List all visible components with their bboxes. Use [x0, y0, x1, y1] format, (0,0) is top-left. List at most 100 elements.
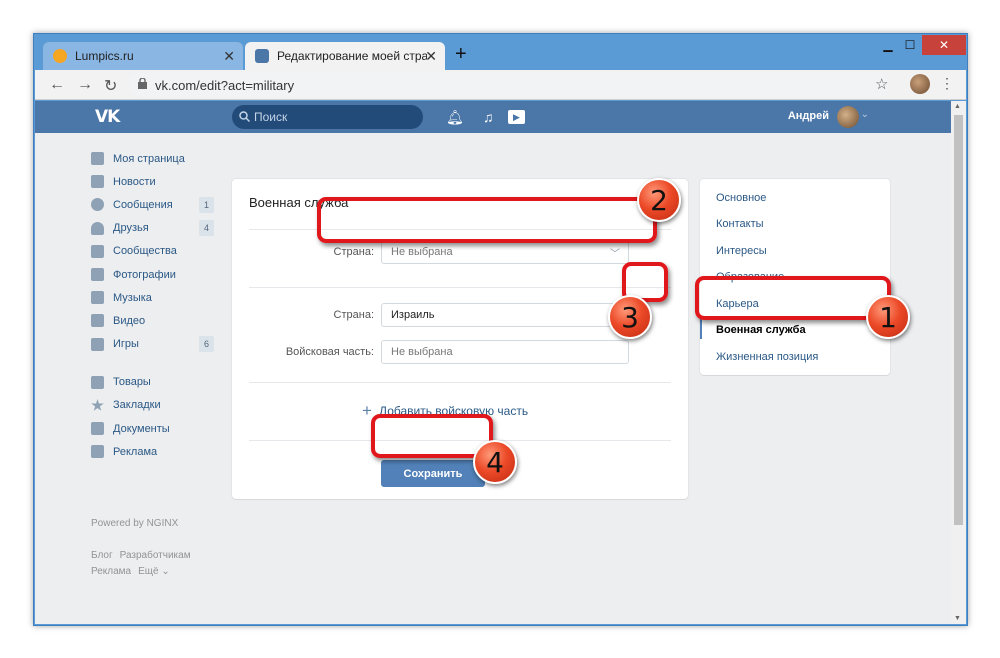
sidebar-item-my-page[interactable]: Моя страница [91, 147, 221, 170]
footer-link-blog[interactable]: Блог [91, 550, 113, 561]
sidebar-item-documents[interactable]: Документы [91, 417, 221, 440]
bookmark-star-icon[interactable]: ☆ [875, 75, 888, 93]
sidebar-item-bookmarks[interactable]: Закладки [91, 394, 221, 417]
new-country-label: Страна: [333, 246, 374, 258]
country-select[interactable]: Израиль ﹀ [381, 303, 629, 327]
tab-lumpics[interactable]: Lumpics.ru ✕ [43, 42, 243, 70]
chevron-down-icon[interactable]: ⌄ [861, 109, 869, 120]
step-marker-1: 1 [866, 295, 910, 339]
left-menu: Моя страница Новости Сообщения 1 Друзья 4 … [91, 147, 221, 463]
unit-input[interactable]: Не выбрана [381, 340, 629, 364]
count-badge: 4 [199, 220, 214, 237]
sidebar-item-friends[interactable]: Друзья 4 [91, 217, 221, 240]
scrollbar[interactable]: ▲ ▼ [951, 101, 966, 624]
megaphone-icon [91, 445, 104, 459]
sidebar-item-label: Игры [113, 338, 139, 351]
maximize-icon[interactable]: ☐ [899, 35, 921, 55]
sidebar-item-label: Новости [113, 175, 156, 188]
close-tab-icon[interactable]: ✕ [223, 48, 235, 65]
sidebar-item-label: Сообщения [113, 198, 173, 211]
vk-header: VK Поиск 🔔︎ ♫ ▶ Андрей ⌄ [35, 101, 951, 133]
section-basic[interactable]: Основное [716, 192, 766, 204]
tab-title: Редактирование моей страниц [277, 49, 427, 63]
sidebar-item-messages[interactable]: Сообщения 1 [91, 193, 221, 216]
minimize-icon[interactable]: ▁ [877, 35, 899, 55]
plus-icon: + [362, 401, 372, 420]
sidebar-item-label: Документы [113, 422, 170, 435]
close-window-icon[interactable]: ✕ [922, 35, 966, 55]
unit-label: Войсковая часть: [285, 346, 374, 358]
music-icon[interactable]: ♫ [483, 109, 494, 125]
video-play-icon[interactable]: ▶ [508, 110, 525, 124]
avatar[interactable] [837, 106, 859, 128]
vk-favicon-icon [255, 49, 269, 63]
section-interests[interactable]: Интересы [716, 245, 767, 257]
lumpics-favicon-icon [53, 49, 67, 63]
sidebar-item-news[interactable]: Новости [91, 170, 221, 193]
profile-avatar[interactable] [910, 74, 930, 94]
sidebar-item-communities[interactable]: Сообщества [91, 240, 221, 263]
count-badge: 1 [199, 196, 214, 213]
tab-bar: Lumpics.ru ✕ Редактирование моей страниц… [35, 35, 966, 70]
country-label: Страна: [333, 309, 374, 321]
step-marker-4: 4 [473, 440, 517, 484]
forward-icon[interactable]: → [77, 76, 93, 94]
close-tab-icon[interactable]: ✕ [425, 48, 437, 65]
music-note-icon [91, 291, 104, 305]
url-text: vk.com/edit?act=military [155, 77, 295, 93]
sidebar-item-label: Товары [113, 376, 151, 389]
search-placeholder: Поиск [254, 110, 288, 124]
new-country-select[interactable]: Не выбрана ﹀ [381, 240, 629, 264]
sidebar-item-label: Моя страница [113, 152, 185, 165]
camera-icon [91, 268, 104, 282]
menu-dots-icon[interactable]: ⋮ [940, 75, 954, 92]
star-icon [91, 398, 104, 411]
vk-logo[interactable]: VK [95, 107, 120, 127]
sidebar-item-music[interactable]: Музыка [91, 286, 221, 309]
active-indicator [700, 317, 702, 339]
tab-vk-edit[interactable]: Редактирование моей страниц ✕ [245, 42, 445, 70]
divider [249, 382, 671, 383]
select-value: Израиль [391, 309, 435, 321]
film-icon [91, 314, 104, 328]
sidebar-item-photos[interactable]: Фотографии [91, 263, 221, 286]
highlight-new-country [317, 197, 657, 243]
section-contacts[interactable]: Контакты [716, 218, 764, 230]
scroll-down-icon[interactable]: ▼ [954, 615, 961, 622]
reload-icon[interactable]: ↻ [104, 76, 117, 96]
lock-icon [138, 78, 147, 89]
scroll-thumb[interactable] [954, 115, 963, 525]
message-icon [91, 198, 104, 212]
save-button[interactable]: Сохранить [381, 460, 485, 487]
user-icon [91, 221, 104, 235]
sidebar-item-label: Музыка [113, 291, 152, 304]
section-military[interactable]: Военная служба [716, 324, 806, 336]
sidebar-item-games[interactable]: Игры 6 [91, 333, 221, 356]
sidebar-item-goods[interactable]: Товары [91, 371, 221, 394]
group-icon [91, 244, 104, 258]
footer-link-more[interactable]: Ещё ⌄ [138, 566, 170, 577]
back-icon[interactable]: ← [49, 76, 65, 94]
new-tab-button[interactable]: + [455, 43, 467, 66]
browser-toolbar: ← → ↻ vk.com/edit?act=military ☆ ⋮ [35, 70, 966, 100]
menu-divider [91, 356, 221, 371]
unit-placeholder: Не выбрана [391, 346, 453, 358]
footer-link-ads[interactable]: Реклама [91, 566, 131, 577]
section-life-position[interactable]: Жизненная позиция [716, 351, 818, 363]
divider [249, 287, 671, 288]
highlight-military-section [695, 276, 891, 320]
gamepad-icon [91, 337, 104, 351]
sidebar-item-ads[interactable]: Реклама [91, 440, 221, 463]
footer-link-developers[interactable]: Разработчикам [120, 550, 191, 561]
search-input[interactable]: Поиск [232, 105, 423, 129]
address-bar[interactable]: vk.com/edit?act=military [129, 73, 889, 97]
user-name[interactable]: Андрей [788, 110, 829, 122]
tab-title: Lumpics.ru [75, 49, 134, 63]
sidebar-item-label: Видео [113, 314, 146, 327]
sidebar-item-label: Фотографии [113, 268, 176, 281]
bell-icon[interactable]: 🔔︎ [446, 109, 464, 126]
browser-window: Lumpics.ru ✕ Редактирование моей страниц… [33, 33, 968, 626]
sidebar-item-video[interactable]: Видео [91, 309, 221, 332]
scroll-up-icon[interactable]: ▲ [954, 103, 961, 110]
chevron-down-icon: ﹀ [610, 249, 620, 260]
